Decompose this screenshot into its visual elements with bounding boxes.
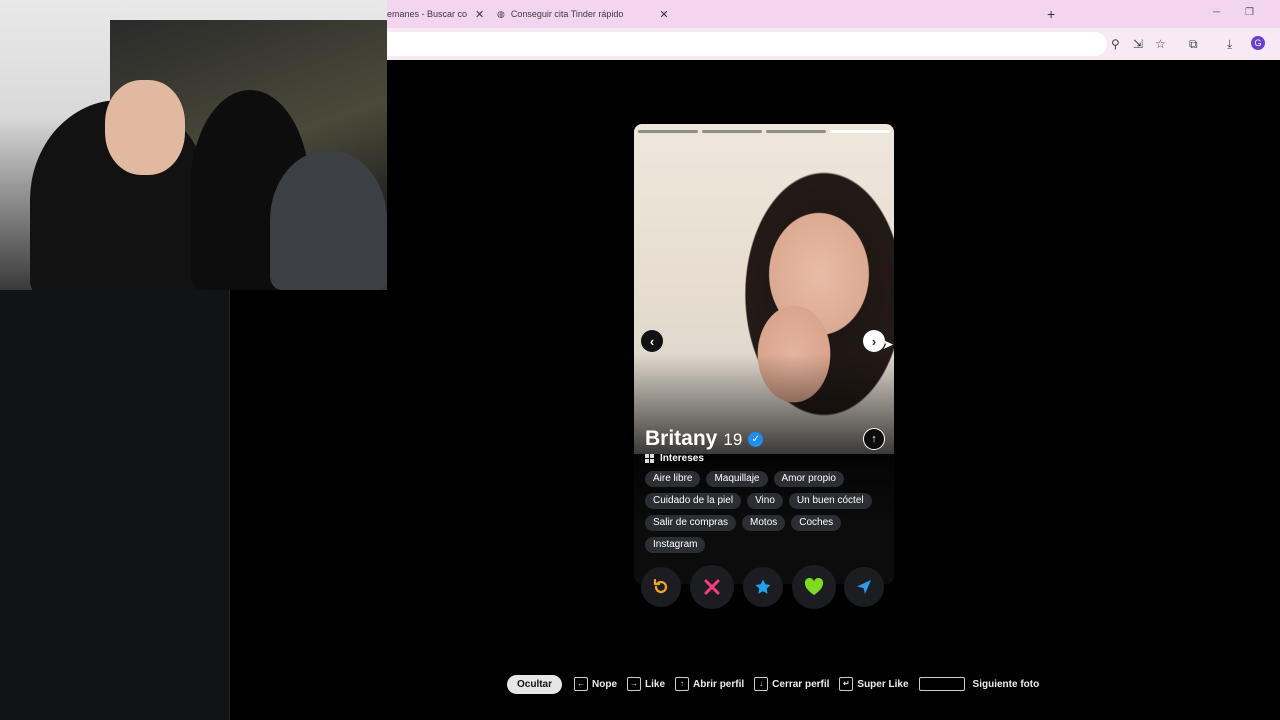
shortcut-label: Cerrar perfil xyxy=(772,678,830,690)
nope-button[interactable] xyxy=(690,565,734,609)
hide-shortcuts-button[interactable]: Ocultar xyxy=(507,674,563,694)
shortcut-super-like: ↵ Super Like xyxy=(839,677,909,691)
photo-progress-segment xyxy=(830,130,890,133)
heart-icon xyxy=(804,578,824,595)
interests-title: Intereses xyxy=(660,453,704,464)
photo-progress xyxy=(638,130,890,133)
mouse-cursor-icon: ➤ xyxy=(882,336,894,352)
arrow-up-key-icon: ↑ xyxy=(675,677,690,691)
divider xyxy=(229,290,230,720)
verified-badge-icon: ✓ xyxy=(748,431,764,447)
extensions-icon[interactable]: ⧉ xyxy=(1189,37,1198,52)
profile-name: Britany xyxy=(645,427,718,450)
super-like-button[interactable] xyxy=(743,567,783,607)
interest-chip: Motos xyxy=(742,515,786,531)
left-sidebar xyxy=(0,290,229,720)
photo-progress-segment xyxy=(638,130,698,133)
close-tab-icon[interactable]: ✕ xyxy=(475,8,484,21)
rewind-button[interactable] xyxy=(641,567,681,607)
interest-chip: Coches xyxy=(791,515,842,531)
shortcut-label: Nope xyxy=(592,678,618,690)
interest-chip: Cuidado de la piel xyxy=(645,493,742,509)
rewind-icon xyxy=(653,578,668,594)
photo-progress-segment xyxy=(702,130,762,133)
shortcut-label: Like xyxy=(645,678,666,690)
interest-chip: Un buen cóctel xyxy=(788,493,872,509)
shortcut-label: Siguiente foto xyxy=(972,678,1040,690)
interest-chip: Vino xyxy=(747,493,783,509)
browser-tab-bar: emanes - Buscar co ✕ ◍ Conseguir cita Ti… xyxy=(387,0,1280,28)
action-buttons xyxy=(641,565,886,611)
shortcut-nope: ← Nope xyxy=(574,677,617,691)
interest-chip: Aire libre xyxy=(645,471,701,487)
tab-title: Conseguir cita Tinder rápido xyxy=(510,9,624,19)
grid-icon xyxy=(645,454,654,463)
like-button[interactable] xyxy=(792,565,836,609)
photo-progress-segment xyxy=(766,130,826,133)
interest-chip: Amor propio xyxy=(773,471,844,487)
webcam-overlay xyxy=(0,0,387,290)
url-field[interactable] xyxy=(387,32,1107,56)
shortcut-next-photo: Siguiente foto xyxy=(918,677,1040,691)
space-key-icon xyxy=(918,677,965,691)
send-icon xyxy=(857,580,871,594)
download-icon[interactable]: ⤓ xyxy=(1227,37,1232,52)
profile-avatar[interactable]: G xyxy=(1251,36,1265,50)
globe-icon: ◍ xyxy=(497,8,505,19)
interests-heading: Intereses xyxy=(645,453,704,464)
open-profile-button[interactable]: ↑ xyxy=(863,428,885,450)
bookmark-star-icon[interactable]: ☆ xyxy=(1155,37,1166,51)
close-tab-icon[interactable]: ✕ xyxy=(659,8,668,21)
boost-button[interactable] xyxy=(844,567,884,607)
profile-age: 19 xyxy=(723,430,743,449)
restore-icon[interactable]: ❐ xyxy=(1245,7,1254,18)
address-bar xyxy=(387,28,1280,60)
browser-tab-tinder[interactable]: ◍ Conseguir cita Tinder rápido ✕ xyxy=(497,0,669,28)
x-icon xyxy=(704,579,720,595)
webcam-face xyxy=(105,80,185,175)
previous-photo-button[interactable]: ‹ xyxy=(641,330,663,352)
browser-tab-search[interactable]: emanes - Buscar co ✕ xyxy=(387,0,484,28)
shortcut-close-profile: ↓ Cerrar perfil xyxy=(754,677,829,691)
new-tab-button[interactable]: + xyxy=(1047,6,1055,22)
location-icon[interactable]: ⚲ xyxy=(1111,37,1120,51)
interest-chips: Aire libre Maquillaje Amor propio Cuidado d… xyxy=(645,471,885,553)
install-app-icon[interactable]: ⇲ xyxy=(1133,37,1143,51)
webcam-person xyxy=(270,150,387,290)
interest-chip: Maquillaje xyxy=(706,471,768,487)
arrow-left-key-icon: ← xyxy=(574,677,589,691)
keyboard-shortcuts-bar: Ocultar ← Nope → Like ↑ Abrir perfil ↓ Cerra… xyxy=(507,674,1049,694)
interest-chip: Instagram xyxy=(645,537,706,553)
shortcut-label: Super Like xyxy=(857,678,909,690)
shortcut-open-profile: ↑ Abrir perfil xyxy=(675,677,744,691)
interest-chip: Salir de compras xyxy=(645,515,737,531)
enter-key-icon: ↵ xyxy=(839,677,854,691)
profile-name-row: Britany 19 ✓ xyxy=(645,427,764,451)
tab-title: emanes - Buscar co xyxy=(387,9,468,19)
minimize-icon[interactable]: ─ xyxy=(1213,7,1220,18)
arrow-down-key-icon: ↓ xyxy=(754,677,769,691)
profile-card[interactable]: ‹ › Britany 19 ✓ ↑ Intereses Aire libre M… xyxy=(634,124,894,584)
shortcut-like: → Like xyxy=(627,677,665,691)
arrow-right-key-icon: → xyxy=(627,677,642,691)
star-icon xyxy=(755,579,771,594)
shortcut-label: Abrir perfil xyxy=(693,678,745,690)
